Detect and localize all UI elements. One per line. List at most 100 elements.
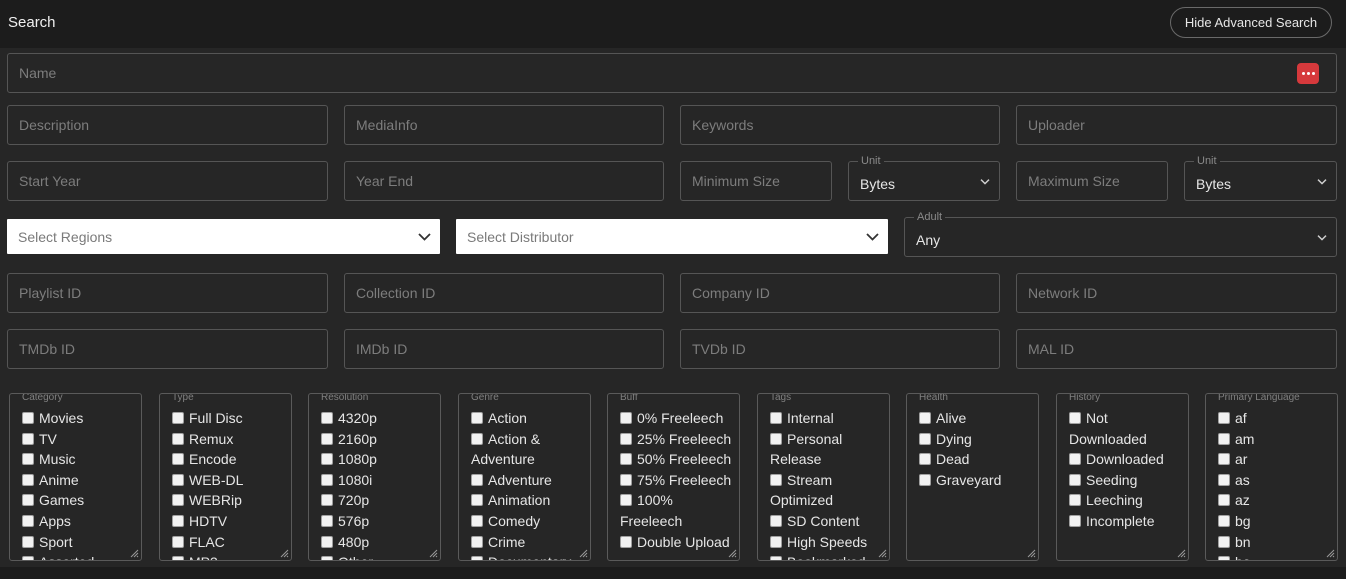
checkbox[interactable] xyxy=(471,514,483,527)
checkbox-item[interactable]: WEBRip xyxy=(172,490,285,511)
checkbox-item[interactable]: 576p xyxy=(321,511,434,532)
checkbox[interactable] xyxy=(620,432,632,445)
max-unit-select[interactable]: Unit Bytes xyxy=(1184,155,1337,201)
maximum-size-input[interactable]: Maximum Size xyxy=(1016,161,1168,201)
regions-select[interactable]: Select Regions xyxy=(7,219,440,254)
checkbox-item[interactable]: 100% Freeleech xyxy=(620,490,733,531)
tvdb-id-input[interactable]: TVDb ID xyxy=(680,329,1000,369)
checkbox[interactable] xyxy=(1218,556,1230,560)
checkbox-item[interactable]: Comedy xyxy=(471,511,584,532)
resize-grip-icon[interactable] xyxy=(727,548,737,558)
checkbox[interactable] xyxy=(321,514,333,527)
checkbox-item[interactable]: Leeching xyxy=(1069,490,1182,511)
checkbox-item[interactable]: 480p xyxy=(321,532,434,553)
checkbox-item[interactable]: Music xyxy=(22,449,135,470)
checkbox-item[interactable]: az xyxy=(1218,490,1331,511)
checkbox[interactable] xyxy=(172,453,184,466)
keywords-input[interactable]: Keywords xyxy=(680,105,1000,145)
checkbox-item[interactable]: 720p xyxy=(321,490,434,511)
checkbox-item[interactable]: Assorted xyxy=(22,552,135,560)
resize-grip-icon[interactable] xyxy=(578,548,588,558)
resize-grip-icon[interactable] xyxy=(877,548,887,558)
checkbox[interactable] xyxy=(620,494,632,507)
checkbox-item[interactable]: 1080i xyxy=(321,470,434,491)
checkbox[interactable] xyxy=(919,412,931,424)
description-input[interactable]: Description xyxy=(7,105,328,145)
checkbox[interactable] xyxy=(172,412,184,424)
checkbox-item[interactable]: Internal xyxy=(770,408,883,429)
checkbox-item[interactable]: bg xyxy=(1218,511,1331,532)
checkbox-item[interactable]: SD Content xyxy=(770,511,883,532)
checkbox-item[interactable]: bo xyxy=(1218,552,1331,560)
checkbox-item[interactable]: Alive xyxy=(919,408,1032,429)
checkbox[interactable] xyxy=(321,556,333,560)
imdb-id-input[interactable]: IMDb ID xyxy=(344,329,664,369)
checkbox[interactable] xyxy=(770,514,782,527)
company-id-input[interactable]: Company ID xyxy=(680,273,1000,313)
hide-advanced-search-button[interactable]: Hide Advanced Search xyxy=(1170,7,1332,38)
checkbox-item[interactable]: MP3 xyxy=(172,552,285,560)
checkbox[interactable] xyxy=(22,453,34,466)
checkbox[interactable] xyxy=(1218,473,1230,486)
checkbox[interactable] xyxy=(22,556,34,560)
min-unit-select[interactable]: Unit Bytes xyxy=(848,155,1000,201)
checkbox[interactable] xyxy=(1218,535,1230,548)
minimum-size-input[interactable]: Minimum Size xyxy=(680,161,832,201)
checkbox[interactable] xyxy=(471,535,483,548)
checkbox-item[interactable]: Documentary xyxy=(471,552,584,560)
checkbox[interactable] xyxy=(172,535,184,548)
checkbox[interactable] xyxy=(471,432,483,445)
checkbox-item[interactable]: 4320p xyxy=(321,408,434,429)
checkbox[interactable] xyxy=(172,494,184,507)
checkbox[interactable] xyxy=(22,535,34,548)
adult-select[interactable]: Adult Any xyxy=(904,211,1337,257)
checkbox-item[interactable]: Incomplete xyxy=(1069,511,1182,532)
checkbox[interactable] xyxy=(1069,473,1081,486)
checkbox-item[interactable]: Action xyxy=(471,408,584,429)
checkbox[interactable] xyxy=(770,556,782,560)
network-id-input[interactable]: Network ID xyxy=(1016,273,1337,313)
checkbox-item[interactable]: Encode xyxy=(172,449,285,470)
ellipsis-icon[interactable] xyxy=(1297,63,1319,84)
checkbox[interactable] xyxy=(620,453,632,466)
checkbox-item[interactable]: Not Downloaded xyxy=(1069,408,1182,449)
mal-id-input[interactable]: MAL ID xyxy=(1016,329,1337,369)
checkbox[interactable] xyxy=(471,556,483,560)
checkbox[interactable] xyxy=(471,494,483,507)
name-input[interactable]: Name xyxy=(7,53,1337,93)
checkbox-item[interactable]: 75% Freeleech xyxy=(620,470,733,491)
checkbox-item[interactable]: Personal Release xyxy=(770,429,883,470)
checkbox-item[interactable]: HDTV xyxy=(172,511,285,532)
checkbox-item[interactable]: as xyxy=(1218,470,1331,491)
checkbox-item[interactable]: Sport xyxy=(22,532,135,553)
checkbox[interactable] xyxy=(1218,432,1230,445)
checkbox-item[interactable]: 50% Freeleech xyxy=(620,449,733,470)
resize-grip-icon[interactable] xyxy=(428,548,438,558)
checkbox-item[interactable]: 2160p xyxy=(321,429,434,450)
checkbox-item[interactable]: 1080p xyxy=(321,449,434,470)
checkbox-item[interactable]: Other xyxy=(321,552,434,560)
checkbox-item[interactable]: Action & Adventure xyxy=(471,429,584,470)
checkbox[interactable] xyxy=(321,453,333,466)
checkbox[interactable] xyxy=(620,412,632,424)
checkbox-item[interactable]: High Speeds xyxy=(770,532,883,553)
resize-grip-icon[interactable] xyxy=(1325,548,1335,558)
checkbox-item[interactable]: Downloaded xyxy=(1069,449,1182,470)
checkbox-item[interactable]: 0% Freeleech xyxy=(620,408,733,429)
checkbox[interactable] xyxy=(919,453,931,466)
playlist-id-input[interactable]: Playlist ID xyxy=(7,273,328,313)
checkbox-item[interactable]: Full Disc xyxy=(172,408,285,429)
checkbox[interactable] xyxy=(919,432,931,445)
checkbox[interactable] xyxy=(471,473,483,486)
checkbox-item[interactable]: WEB-DL xyxy=(172,470,285,491)
checkbox[interactable] xyxy=(1069,412,1081,424)
checkbox-item[interactable]: Graveyard xyxy=(919,470,1032,491)
checkbox[interactable] xyxy=(770,535,782,548)
checkbox[interactable] xyxy=(620,473,632,486)
year-end-input[interactable]: Year End xyxy=(344,161,664,201)
checkbox[interactable] xyxy=(321,535,333,548)
checkbox-item[interactable]: Double Upload xyxy=(620,532,733,553)
checkbox[interactable] xyxy=(1218,412,1230,424)
checkbox[interactable] xyxy=(172,473,184,486)
checkbox[interactable] xyxy=(22,412,34,424)
